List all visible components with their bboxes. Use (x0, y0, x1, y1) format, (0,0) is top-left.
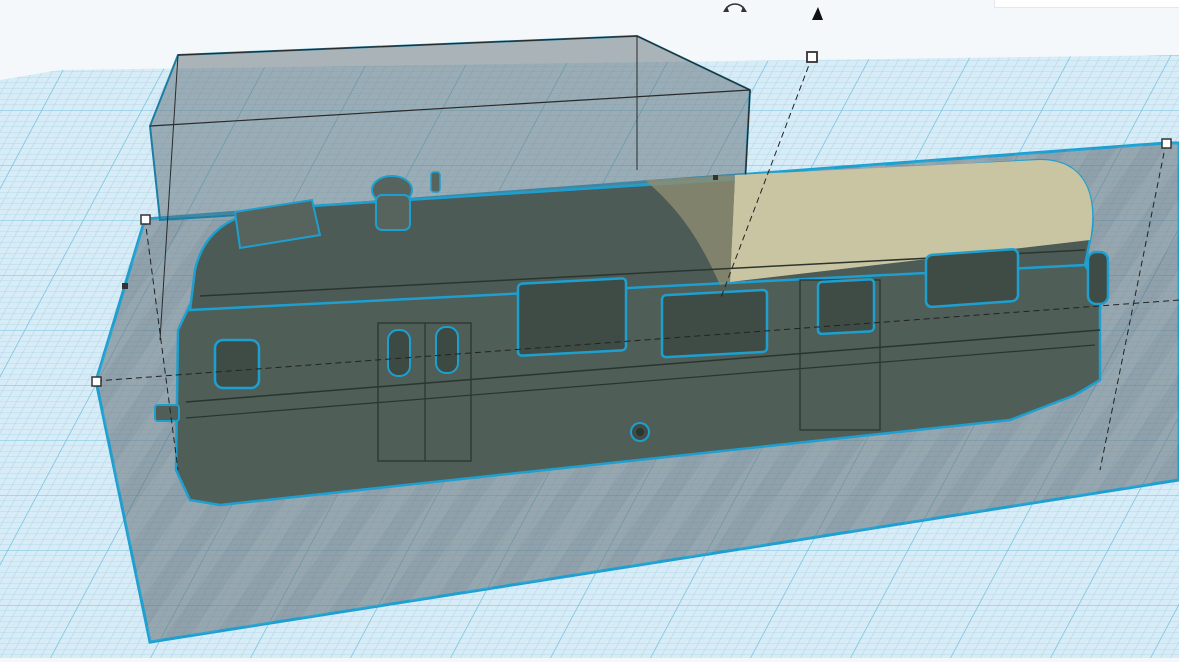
edge-handle-top[interactable] (713, 175, 718, 180)
resize-handle-top-left[interactable] (140, 214, 151, 225)
top-right-toolbar-edge (994, 0, 1179, 8)
scene-canvas[interactable] (0, 0, 1179, 658)
rotate-arc-icon[interactable] (723, 3, 747, 12)
resize-handle-left[interactable] (91, 376, 102, 387)
window-4 (924, 247, 1020, 309)
cone-arrow-icon[interactable] (812, 7, 823, 20)
window-1 (516, 277, 628, 357)
front-coupler (154, 404, 180, 422)
resize-handle-top-right[interactable] (1161, 138, 1172, 149)
height-handle[interactable] (806, 51, 818, 63)
edge-handle-left[interactable] (122, 283, 128, 289)
window-2 (660, 288, 769, 359)
cab-window-rear (1086, 250, 1110, 306)
workplane-viewport[interactable] (0, 0, 1179, 658)
cab-window-front (213, 338, 261, 390)
